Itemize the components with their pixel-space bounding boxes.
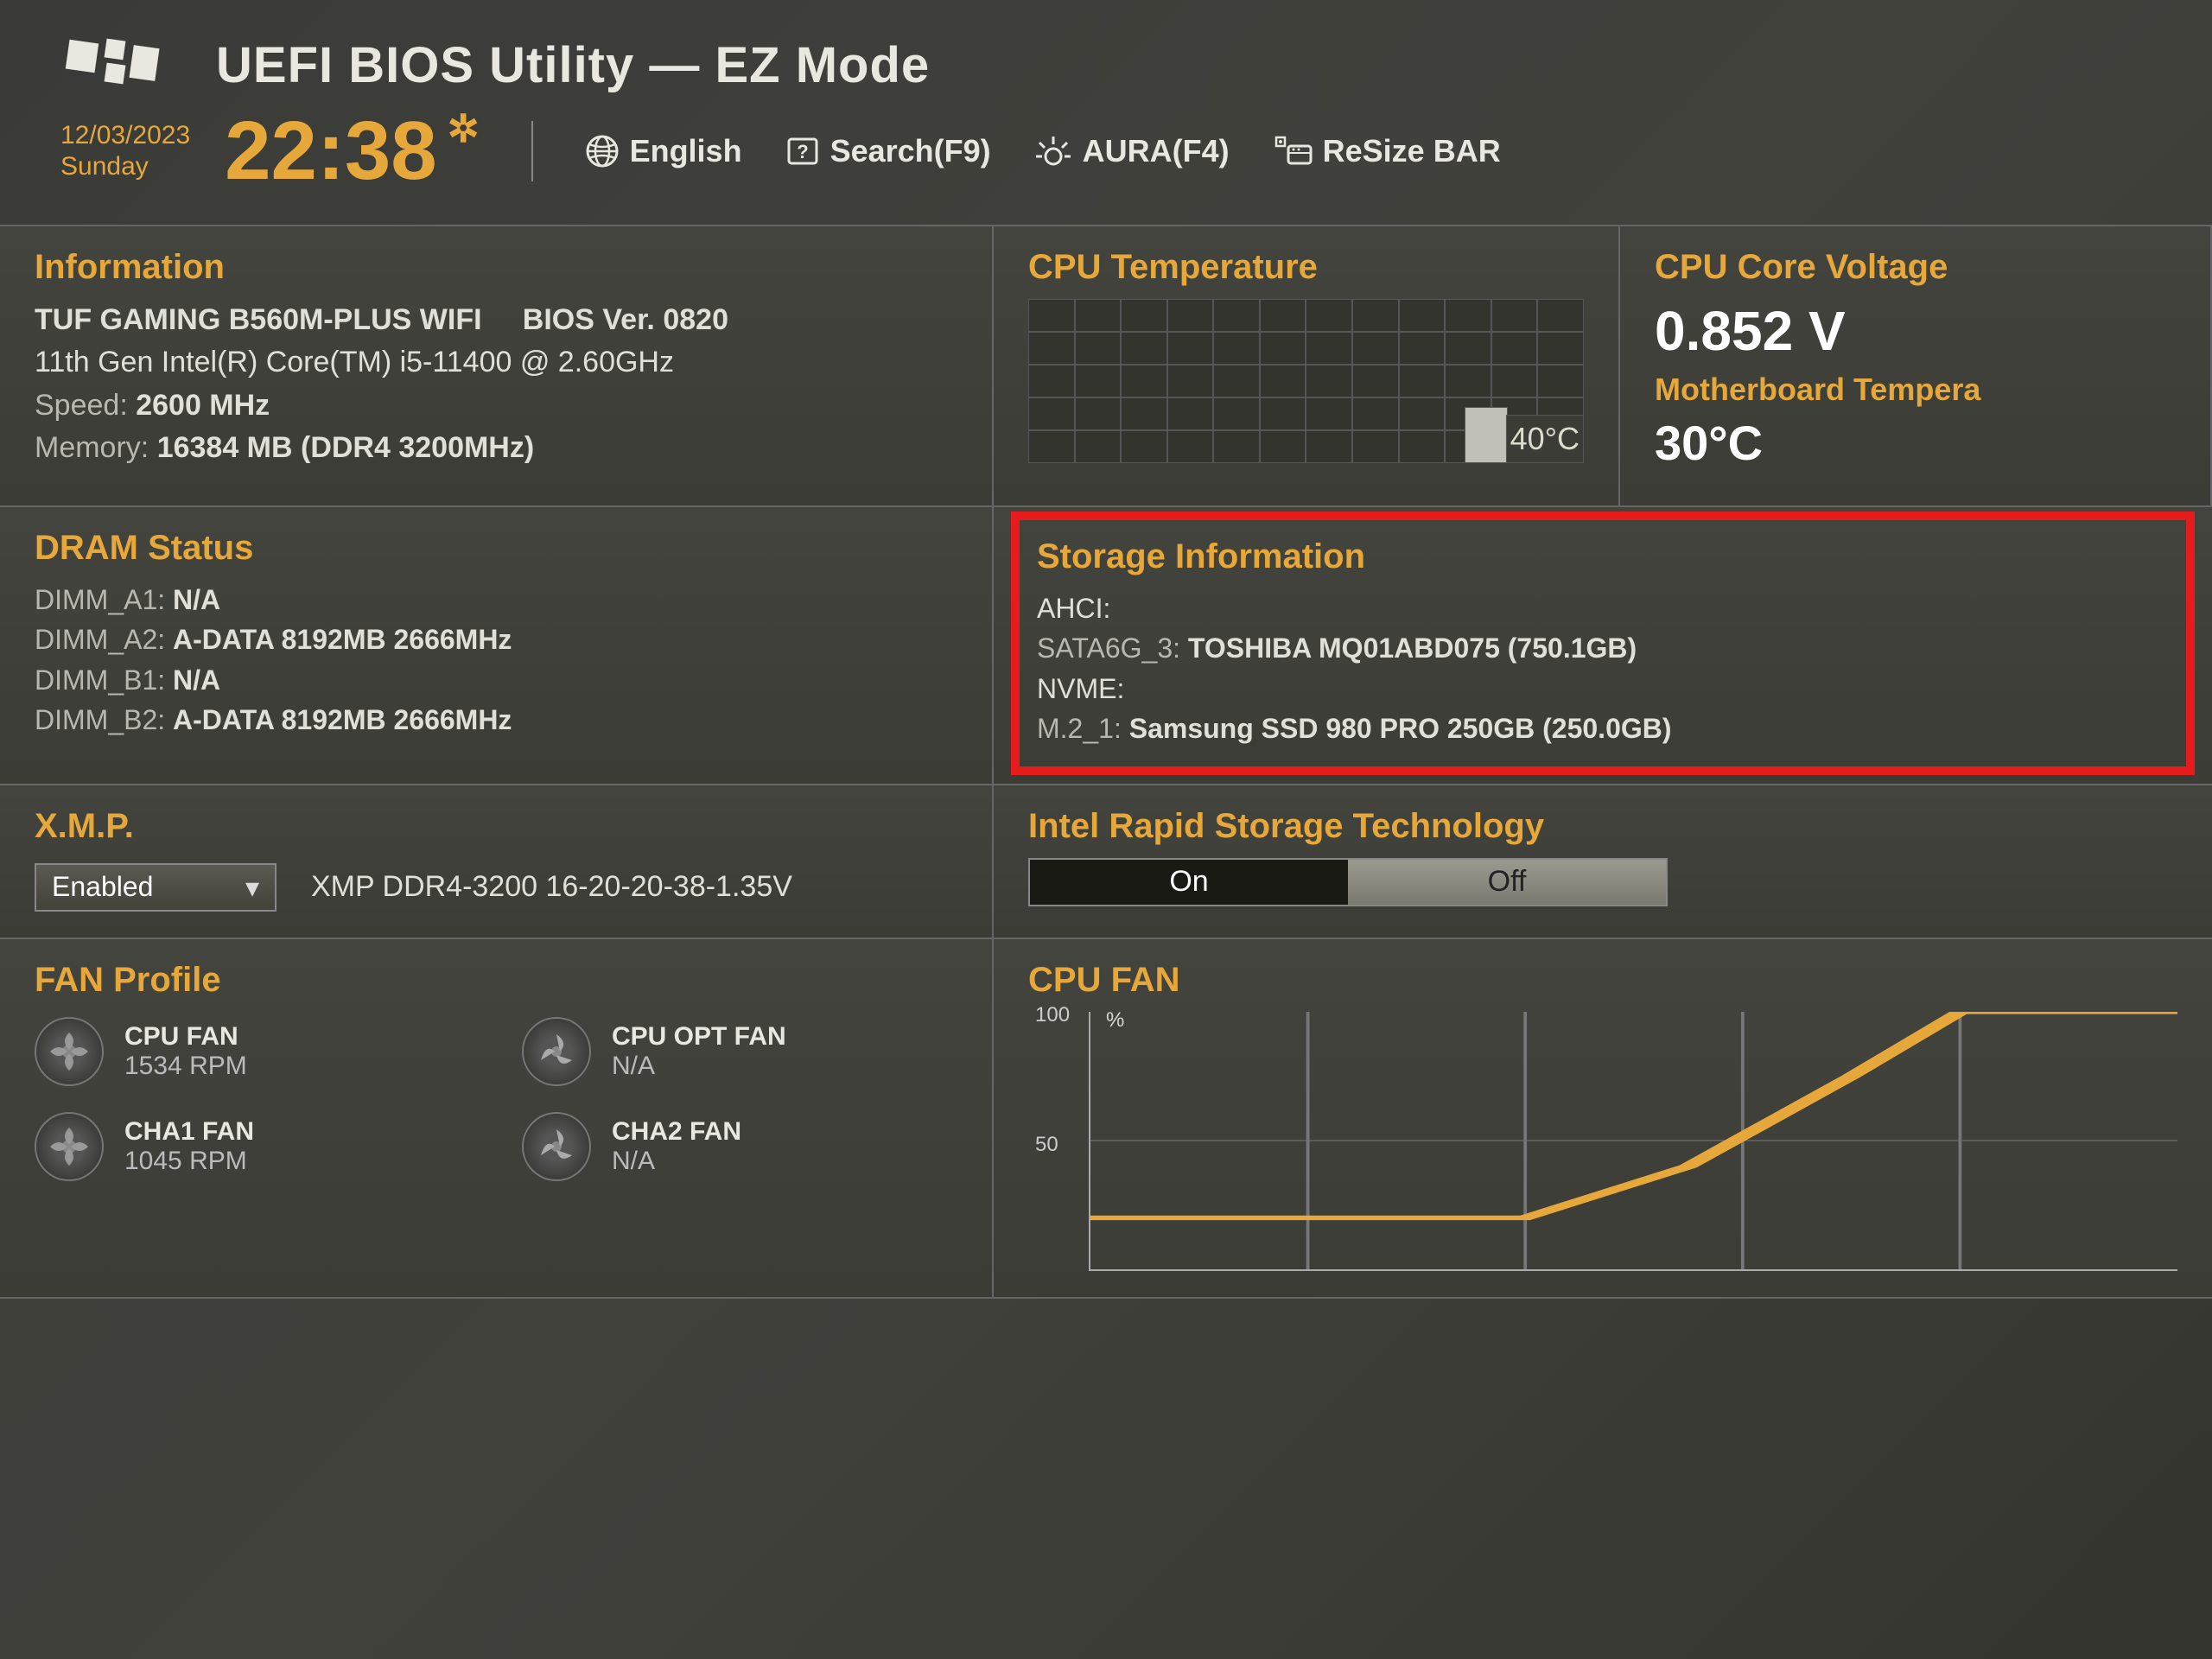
irst-toggle[interactable]: On Off <box>1028 858 1668 906</box>
cpu-temp-panel: CPU Temperature 40°C <box>994 226 1620 507</box>
storage-title: Storage Information <box>1037 537 2169 576</box>
bios-ver-label: BIOS Ver. <box>523 303 655 336</box>
fan-rpm: 1534 RPM <box>124 1052 247 1081</box>
nvme-device: Samsung SSD 980 PRO 250GB (250.0GB) <box>1129 713 1672 744</box>
fan-name: CPU FAN <box>124 1022 247 1052</box>
fan-item-cha1[interactable]: CHA1 FAN1045 RPM <box>35 1112 470 1181</box>
fan-icon <box>522 1017 591 1086</box>
fan-profile-title: FAN Profile <box>35 961 957 1000</box>
resizebar-button[interactable]: ReSize BAR <box>1273 133 1501 169</box>
date-value: 12/03/2023 <box>60 120 190 151</box>
dimm-b2-label: DIMM_B2: <box>35 704 165 735</box>
page-title: UEFI BIOS Utility — EZ Mode <box>216 36 930 94</box>
chevron-down-icon: ▾ <box>245 871 259 904</box>
xmp-panel: X.M.P. Enabled ▾ XMP DDR4-3200 16-20-20-… <box>0 785 994 939</box>
language-label: English <box>630 133 742 169</box>
fan-icon <box>35 1017 104 1086</box>
speed-label: Speed: <box>35 389 128 422</box>
storage-panel: Storage Information AHCI: SATA6G_3: TOSH… <box>994 507 2212 785</box>
tuf-logo <box>60 35 164 95</box>
nvme-port: M.2_1: <box>1037 713 1122 744</box>
fan-icon <box>35 1112 104 1181</box>
dimm-b2-value: A-DATA 8192MB 2666MHz <box>173 704 512 735</box>
dimm-a2-value: A-DATA 8192MB 2666MHz <box>173 624 512 655</box>
dram-panel: DRAM Status DIMM_A1: N/A DIMM_A2: A-DATA… <box>0 507 994 785</box>
fan-rpm: N/A <box>612 1052 786 1081</box>
temp-bar <box>1465 407 1508 463</box>
dimm-a2-label: DIMM_A2: <box>35 624 165 655</box>
board-name: TUF GAMING B560M-PLUS WIFI <box>35 303 482 336</box>
fan-profile-panel: FAN Profile CPU FAN1534 RPM CPU OPT FANN… <box>0 939 994 1299</box>
y100-label: 100 <box>1035 1003 1070 1027</box>
resizebar-label: ReSize BAR <box>1323 133 1501 169</box>
gear-icon[interactable]: ✲ <box>448 107 480 151</box>
speed-value: 2600 MHz <box>136 389 270 422</box>
information-panel: Information TUF GAMING B560M-PLUS WIFI B… <box>0 226 994 507</box>
globe-icon <box>585 134 620 168</box>
day-value: Sunday <box>60 151 190 182</box>
fan-curve-icon <box>1090 1012 2177 1269</box>
svg-text:?: ? <box>797 141 808 162</box>
aura-icon <box>1034 134 1072 168</box>
time-block: 22:38 ✲ <box>225 104 479 199</box>
memory-label: Memory: <box>35 431 149 464</box>
dimm-b1-label: DIMM_B1: <box>35 664 165 696</box>
mb-temp-value: 30°C <box>1655 415 2176 471</box>
tuf-shield-icon <box>60 35 164 95</box>
cpu-fan-chart-title: CPU FAN <box>1028 961 2177 1000</box>
bios-ver: 0820 <box>663 303 728 336</box>
ahci-device: TOSHIBA MQ01ABD075 (750.1GB) <box>1188 632 1637 664</box>
information-title: Information <box>35 248 957 287</box>
nvme-label: NVME: <box>1037 669 2169 709</box>
mb-temp-title: Motherboard Tempera <box>1655 372 2176 408</box>
fan-name: CHA2 FAN <box>612 1117 741 1147</box>
dimm-b1-value: N/A <box>173 664 220 696</box>
fan-item-cpu-opt[interactable]: CPU OPT FANN/A <box>522 1017 957 1086</box>
resizebar-icon <box>1273 134 1313 168</box>
ahci-label: AHCI: <box>1037 588 2169 628</box>
dimm-a1-value: N/A <box>173 584 220 615</box>
voltage-value: 0.852 V <box>1655 299 2176 363</box>
irst-panel: Intel Rapid Storage Technology On Off <box>994 785 2212 939</box>
xmp-selected: Enabled <box>52 871 153 903</box>
irst-off[interactable]: Off <box>1348 860 1666 905</box>
cpu-temp-chart: 40°C <box>1028 299 1584 463</box>
time-value: 22:38 <box>225 104 437 199</box>
fan-name: CHA1 FAN <box>124 1117 254 1147</box>
search-icon: ? <box>785 134 820 168</box>
xmp-title: X.M.P. <box>35 807 957 846</box>
fan-icon <box>522 1112 591 1181</box>
irst-title: Intel Rapid Storage Technology <box>1028 807 2177 846</box>
language-button[interactable]: English <box>585 133 742 169</box>
date-block: 12/03/2023 Sunday <box>60 120 190 182</box>
cpu-fan-chart: 100 50 <box>1089 1012 2177 1271</box>
search-button[interactable]: ? Search(F9) <box>785 133 991 169</box>
fan-rpm: 1045 RPM <box>124 1147 254 1176</box>
cpu-name: 11th Gen Intel(R) Core(TM) i5-11400 @ 2.… <box>35 341 957 384</box>
search-label: Search(F9) <box>830 133 991 169</box>
y50-label: 50 <box>1035 1133 1058 1157</box>
storage-highlight-box: Storage Information AHCI: SATA6G_3: TOSH… <box>1011 512 2195 775</box>
cpu-fan-chart-panel: CPU FAN % 100 50 <box>994 939 2212 1299</box>
fan-rpm: N/A <box>612 1147 741 1176</box>
fan-item-cpu[interactable]: CPU FAN1534 RPM <box>35 1017 470 1086</box>
aura-button[interactable]: AURA(F4) <box>1034 133 1230 169</box>
memory-value: 16384 MB (DDR4 3200MHz) <box>157 431 535 464</box>
dram-title: DRAM Status <box>35 529 957 568</box>
voltage-panel: CPU Core Voltage 0.852 V Motherboard Tem… <box>1620 226 2212 507</box>
aura-label: AURA(F4) <box>1083 133 1230 169</box>
ahci-port: SATA6G_3: <box>1037 632 1180 664</box>
voltage-title: CPU Core Voltage <box>1655 248 2176 287</box>
xmp-profile: XMP DDR4-3200 16-20-20-38-1.35V <box>311 866 792 908</box>
divider <box>531 121 533 181</box>
fan-item-cha2[interactable]: CHA2 FANN/A <box>522 1112 957 1181</box>
xmp-dropdown[interactable]: Enabled ▾ <box>35 863 276 912</box>
cpu-temp-value: 40°C <box>1506 415 1584 463</box>
cpu-temp-title: CPU Temperature <box>1028 248 1584 287</box>
dimm-a1-label: DIMM_A1: <box>35 584 165 615</box>
fan-name: CPU OPT FAN <box>612 1022 786 1052</box>
irst-on[interactable]: On <box>1030 860 1348 905</box>
